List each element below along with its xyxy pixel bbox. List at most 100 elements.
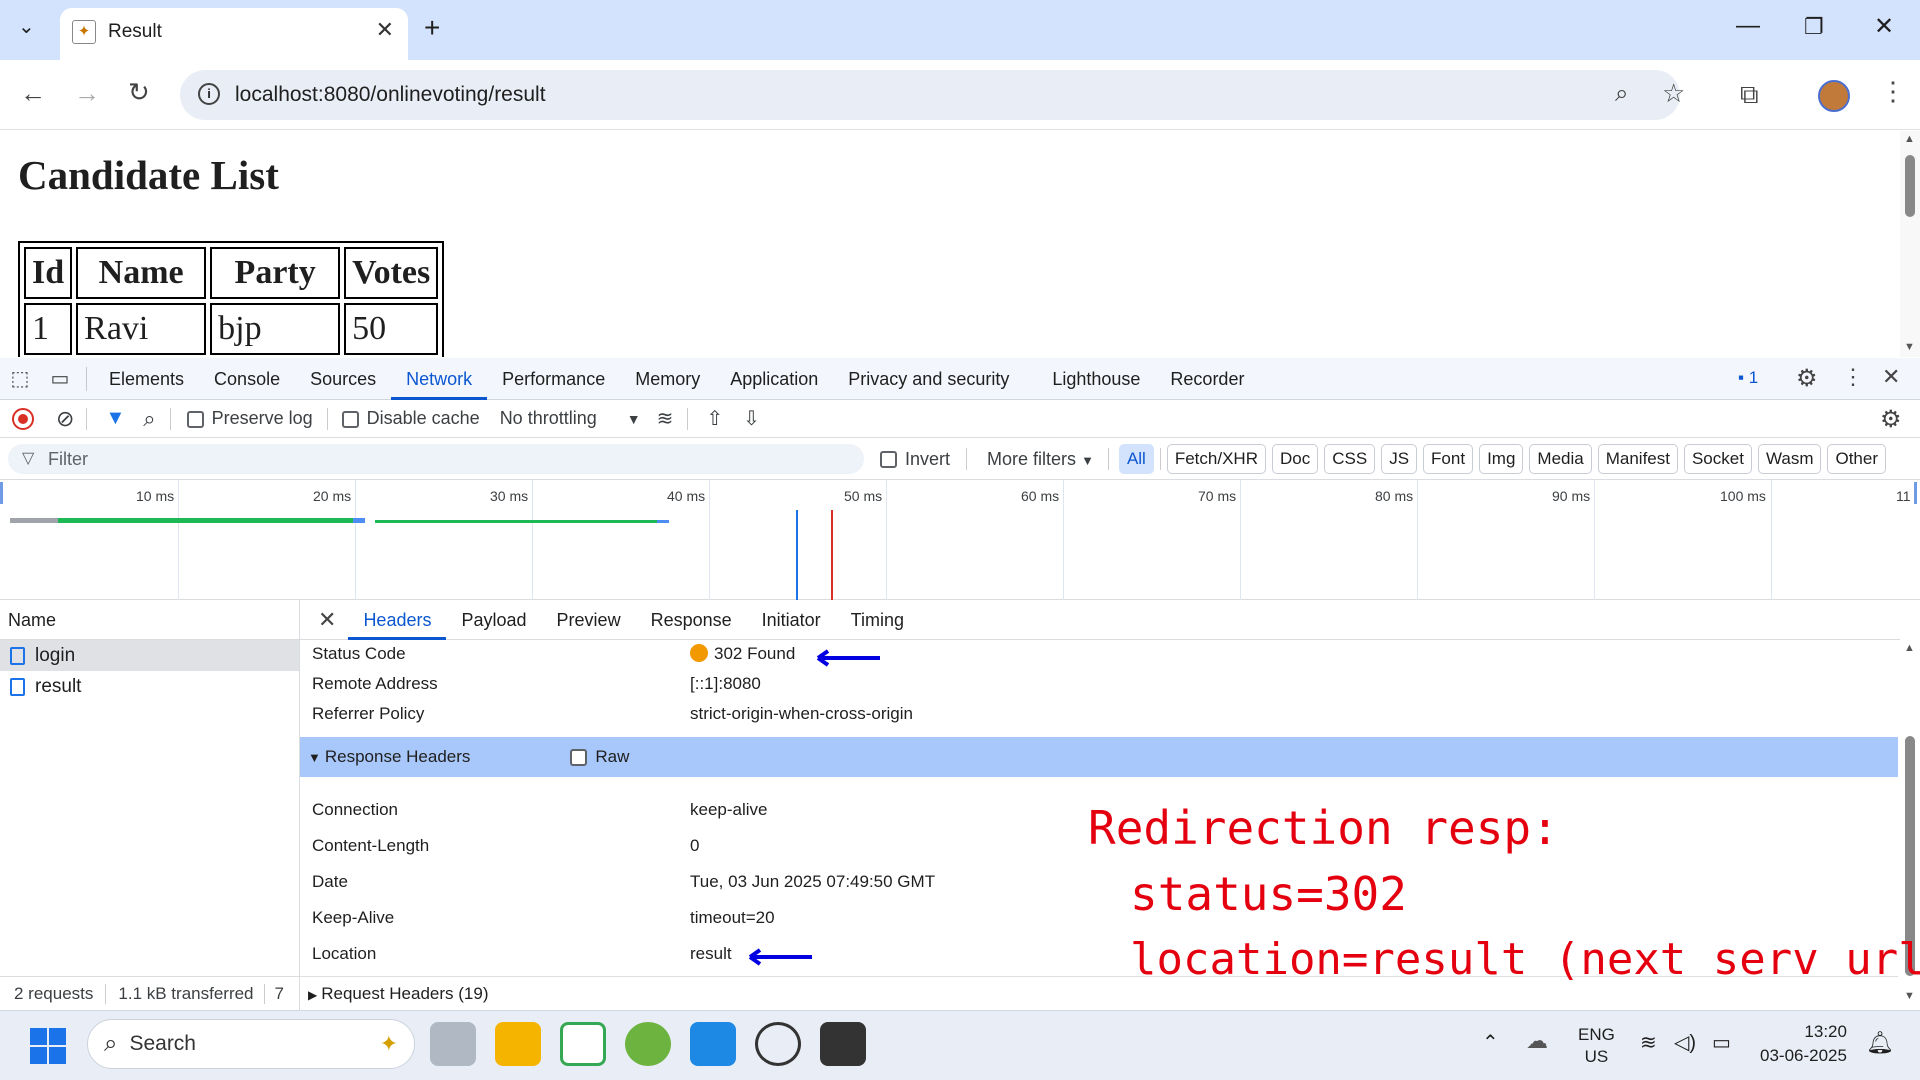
timeline-right-handle[interactable]: [1914, 482, 1917, 504]
zoom-icon[interactable]: ⌕: [1615, 80, 1628, 108]
chip-doc[interactable]: Doc: [1271, 444, 1319, 474]
wifi-icon[interactable]: ≋: [1640, 1030, 1657, 1055]
request-row-result[interactable]: result: [0, 671, 299, 702]
issues-badge[interactable]: ▪ 1: [1738, 368, 1758, 388]
invert-box[interactable]: [880, 451, 897, 469]
url-text[interactable]: localhost:8080/onlinevoting/result: [235, 83, 546, 107]
preserve-log-box[interactable]: [186, 410, 204, 428]
devtools-menu-icon[interactable]: ⋮: [1842, 364, 1864, 390]
throttling-select[interactable]: No throttling ▼: [500, 408, 641, 429]
snipping-tool-icon[interactable]: [755, 1022, 801, 1066]
extensions-icon[interactable]: ⧉: [1740, 79, 1759, 111]
minimize-icon[interactable]: —: [1736, 12, 1760, 40]
forward-icon[interactable]: →: [74, 78, 100, 109]
preserve-log-checkbox[interactable]: Preserve log: [186, 408, 313, 429]
scroll-up-icon[interactable]: ▲: [1904, 642, 1915, 654]
scroll-thumb[interactable]: [1905, 155, 1915, 217]
bookmark-star-icon[interactable]: ☆: [1662, 78, 1685, 109]
devtools-tab-performance[interactable]: Performance: [487, 358, 620, 400]
new-tab-button[interactable]: +: [424, 12, 440, 44]
detail-tab-response[interactable]: Response: [636, 600, 747, 640]
page-scrollbar[interactable]: ▲ ▼: [1900, 131, 1920, 357]
chip-font[interactable]: Font: [1423, 444, 1474, 474]
windows-start-icon[interactable]: [30, 1028, 66, 1064]
restore-icon[interactable]: ❐: [1804, 14, 1824, 40]
name-column-header[interactable]: Name: [0, 600, 299, 640]
devtools-tab-network[interactable]: Network: [391, 358, 488, 400]
file-explorer-icon[interactable]: [495, 1022, 541, 1066]
response-headers-section[interactable]: ▼ Response Headers Raw: [300, 737, 1898, 777]
devtools-settings-icon[interactable]: ⚙: [1796, 364, 1818, 393]
taskbar-clock[interactable]: 13:20 03-06-2025: [1760, 1020, 1847, 1068]
site-info-icon[interactable]: i: [198, 83, 220, 105]
scroll-up-icon[interactable]: ▲: [1904, 133, 1915, 145]
clear-log-icon[interactable]: ⊘: [56, 406, 74, 432]
detail-tab-payload[interactable]: Payload: [446, 600, 541, 640]
devtools-tab-console[interactable]: Console: [199, 358, 295, 400]
browser-menu-icon[interactable]: ⋮: [1880, 76, 1906, 107]
detail-tab-initiator[interactable]: Initiator: [747, 600, 836, 640]
network-conditions-icon[interactable]: ≋: [657, 406, 674, 431]
devtools-tab-recorder[interactable]: Recorder: [1155, 358, 1259, 400]
devtools-tab-lighthouse[interactable]: Lighthouse: [1037, 358, 1155, 400]
inspect-element-icon[interactable]: ⬚: [0, 366, 40, 391]
devtools-tab-memory[interactable]: Memory: [620, 358, 715, 400]
chip-css[interactable]: CSS: [1324, 444, 1376, 474]
notification-bell-icon[interactable]: 🔔︎: [1866, 1030, 1894, 1056]
stop-recording-icon[interactable]: [12, 407, 34, 430]
import-har-icon[interactable]: ⇧: [706, 406, 723, 431]
detail-tab-preview[interactable]: Preview: [542, 600, 636, 640]
request-row-login[interactable]: login: [0, 640, 299, 671]
filter-input[interactable]: ▽ Filter: [8, 444, 864, 474]
battery-icon[interactable]: ▭: [1712, 1030, 1731, 1055]
invert-checkbox[interactable]: Invert: [880, 449, 950, 470]
raw-toggle[interactable]: Raw: [570, 747, 629, 767]
taskbar-search[interactable]: ⌕ Search ✦: [87, 1019, 415, 1069]
scroll-down-icon[interactable]: ▼: [1904, 341, 1915, 353]
browser-tab-result[interactable]: ✦ Result ✕: [60, 8, 408, 60]
vscode-icon[interactable]: [690, 1022, 736, 1066]
chip-socket[interactable]: Socket: [1683, 444, 1752, 474]
disable-cache-box[interactable]: [341, 410, 359, 428]
tab-search-chevron-icon[interactable]: ⌄: [18, 14, 35, 39]
filter-funnel-icon[interactable]: ▼: [105, 407, 125, 430]
close-detail-icon[interactable]: ✕: [318, 607, 336, 633]
volume-icon[interactable]: ◁): [1674, 1030, 1696, 1055]
chip-all[interactable]: All: [1118, 444, 1154, 474]
disable-cache-checkbox[interactable]: Disable cache: [341, 408, 480, 429]
show-hidden-icons-icon[interactable]: ⌃: [1482, 1030, 1499, 1055]
spring-tool-suite-icon[interactable]: [625, 1022, 671, 1066]
network-overview-timeline[interactable]: 10 ms 20 ms 30 ms 40 ms 50 ms 60 ms 70 m…: [0, 480, 1920, 600]
search-icon[interactable]: ⌕: [143, 406, 155, 432]
terminal-icon[interactable]: [820, 1022, 866, 1066]
window-close-icon[interactable]: ✕: [1874, 12, 1894, 41]
export-har-icon[interactable]: ⇩: [743, 406, 760, 431]
devtools-close-icon[interactable]: ✕: [1882, 364, 1900, 390]
chip-media[interactable]: Media: [1529, 444, 1592, 474]
task-view-icon[interactable]: [430, 1022, 476, 1066]
onedrive-icon[interactable]: ☁: [1526, 1028, 1548, 1054]
devtools-tab-sources[interactable]: Sources: [295, 358, 391, 400]
timeline-left-handle[interactable]: [0, 482, 3, 504]
detail-tab-headers[interactable]: Headers: [348, 600, 447, 640]
chip-fetch-xhr[interactable]: Fetch/XHR: [1166, 444, 1266, 474]
chip-img[interactable]: Img: [1479, 444, 1524, 474]
devtools-tab-privacy[interactable]: Privacy and security: [833, 358, 1037, 400]
network-settings-icon[interactable]: ⚙: [1880, 405, 1902, 434]
chip-other[interactable]: Other: [1827, 444, 1887, 474]
raw-checkbox[interactable]: [570, 749, 588, 767]
chip-wasm[interactable]: Wasm: [1757, 444, 1822, 474]
close-tab-icon[interactable]: ✕: [376, 17, 394, 43]
more-filters-dropdown[interactable]: More filters ▼: [987, 449, 1094, 470]
language-indicator[interactable]: ENG US: [1578, 1024, 1615, 1068]
chip-js[interactable]: JS: [1381, 444, 1418, 474]
detail-tab-timing[interactable]: Timing: [836, 600, 919, 640]
devtools-tab-elements[interactable]: Elements: [94, 358, 199, 400]
back-icon[interactable]: ←: [20, 78, 46, 109]
chrome-icon[interactable]: [560, 1022, 606, 1066]
address-bar[interactable]: i localhost:8080/onlinevoting/result ⌕ ☆: [180, 70, 1685, 120]
profile-avatar[interactable]: [1818, 80, 1850, 112]
devtools-tab-application[interactable]: Application: [715, 358, 833, 400]
device-toolbar-icon[interactable]: ▭: [40, 366, 80, 391]
chip-manifest[interactable]: Manifest: [1597, 444, 1678, 474]
